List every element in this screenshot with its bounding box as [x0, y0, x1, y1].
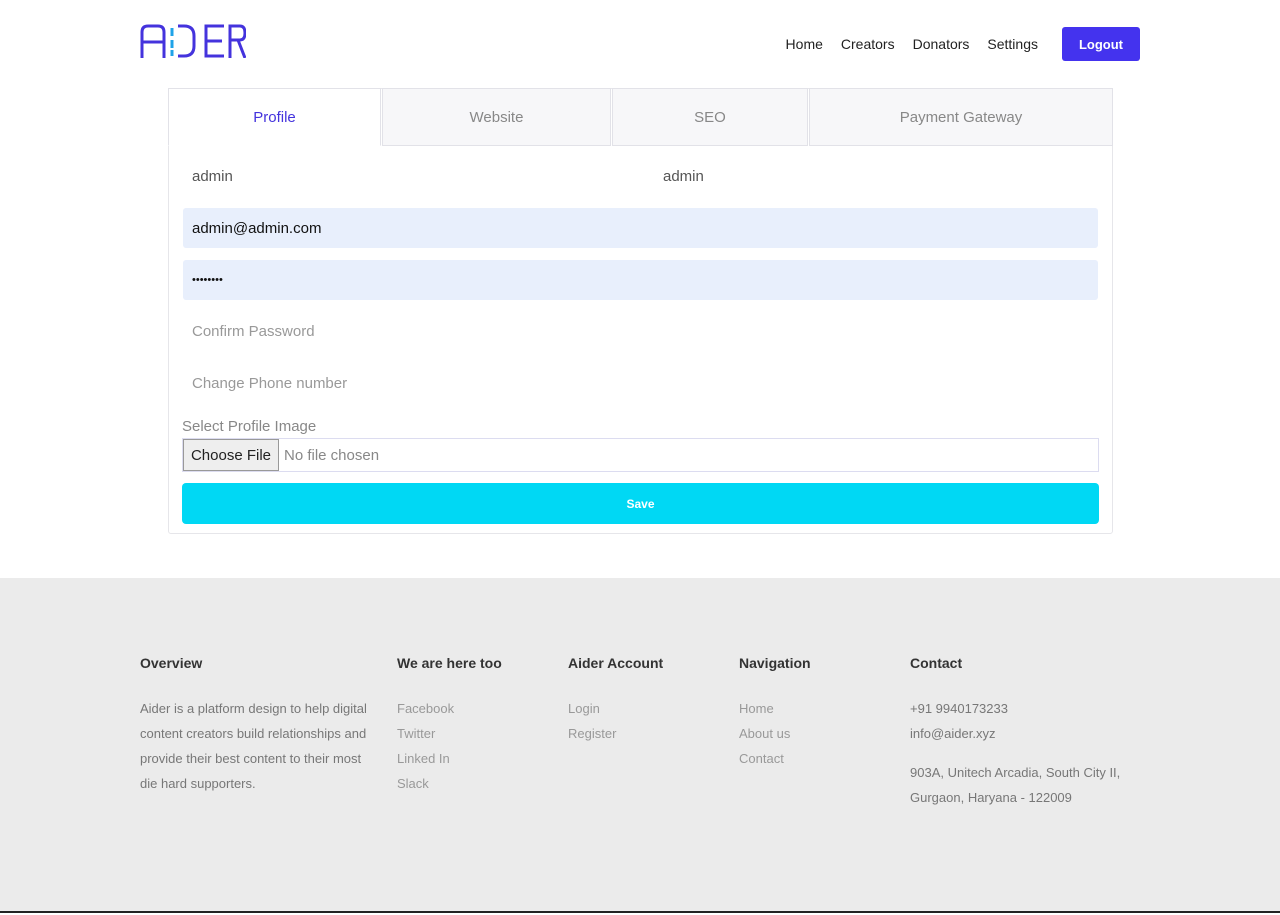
profile-image-file-input[interactable]: Choose File No file chosen [182, 438, 1099, 472]
link-slack[interactable]: Slack [397, 771, 502, 796]
footer-heading: Aider Account [568, 655, 664, 671]
footer-heading: Navigation [739, 655, 811, 671]
tab-website[interactable]: Website [382, 88, 611, 146]
confirm-password-input[interactable]: Confirm Password [183, 311, 1098, 351]
aider-logo[interactable] [140, 24, 246, 58]
link-twitter[interactable]: Twitter [397, 721, 502, 746]
last-name-input[interactable]: admin [654, 156, 1099, 196]
footer: Overview Aider is a platform design to h… [0, 578, 1280, 913]
footer-social: We are here too Facebook Twitter Linked … [397, 655, 502, 796]
overview-text: Aider is a platform design to help digit… [140, 701, 367, 791]
file-status: No file chosen [284, 446, 380, 464]
contact-email[interactable]: info@aider.xyz [910, 721, 1120, 746]
tab-seo[interactable]: SEO [612, 88, 808, 146]
footer-account: Aider Account Login Register [568, 655, 663, 746]
main-nav: Home Creators Donators Settings Logout [768, 27, 1140, 61]
profile-image-label: Select Profile Image [182, 418, 317, 435]
tab-payment-gateway[interactable]: Payment Gateway [809, 88, 1113, 146]
contact-address-2: Gurgaon, Haryana - 122009 [910, 790, 1072, 805]
choose-file-button[interactable]: Choose File [183, 439, 279, 471]
link-facebook[interactable]: Facebook [397, 696, 502, 721]
nav-creators[interactable]: Creators [841, 36, 895, 52]
link-home[interactable]: Home [739, 696, 811, 721]
nav-settings[interactable]: Settings [987, 36, 1038, 52]
footer-heading: Contact [910, 655, 963, 671]
header: Home Creators Donators Settings Logout [0, 0, 1280, 88]
logout-button[interactable]: Logout [1062, 27, 1140, 61]
link-login[interactable]: Login [568, 696, 663, 721]
footer-contact: Contact +91 9940173233 info@aider.xyz 90… [910, 655, 1120, 810]
link-register[interactable]: Register [568, 721, 663, 746]
contact-phone: +91 9940173233 [910, 701, 1008, 716]
contact-address-1: 903A, Unitech Arcadia, South City II, [910, 765, 1121, 780]
footer-overview: Overview Aider is a platform design to h… [140, 655, 370, 796]
footer-navigation: Navigation Home About us Contact [739, 655, 811, 771]
first-name-input[interactable]: admin [183, 156, 633, 196]
link-about[interactable]: About us [739, 721, 811, 746]
password-input[interactable]: •••••••• [183, 260, 1098, 300]
tab-profile[interactable]: Profile [168, 88, 381, 146]
nav-donators[interactable]: Donators [913, 36, 970, 52]
link-linkedin[interactable]: Linked In [397, 746, 502, 771]
settings-tabs: Profile Website SEO Payment Gateway [168, 88, 1114, 146]
footer-heading: We are here too [397, 655, 502, 671]
email-input[interactable]: admin@admin.com [183, 208, 1098, 248]
footer-heading: Overview [140, 655, 203, 671]
nav-home[interactable]: Home [786, 36, 823, 52]
link-contact[interactable]: Contact [739, 746, 811, 771]
phone-input[interactable]: Change Phone number [183, 363, 1098, 403]
settings-card: Profile Website SEO Payment Gateway admi… [168, 88, 1113, 534]
save-button[interactable]: Save [182, 483, 1099, 524]
